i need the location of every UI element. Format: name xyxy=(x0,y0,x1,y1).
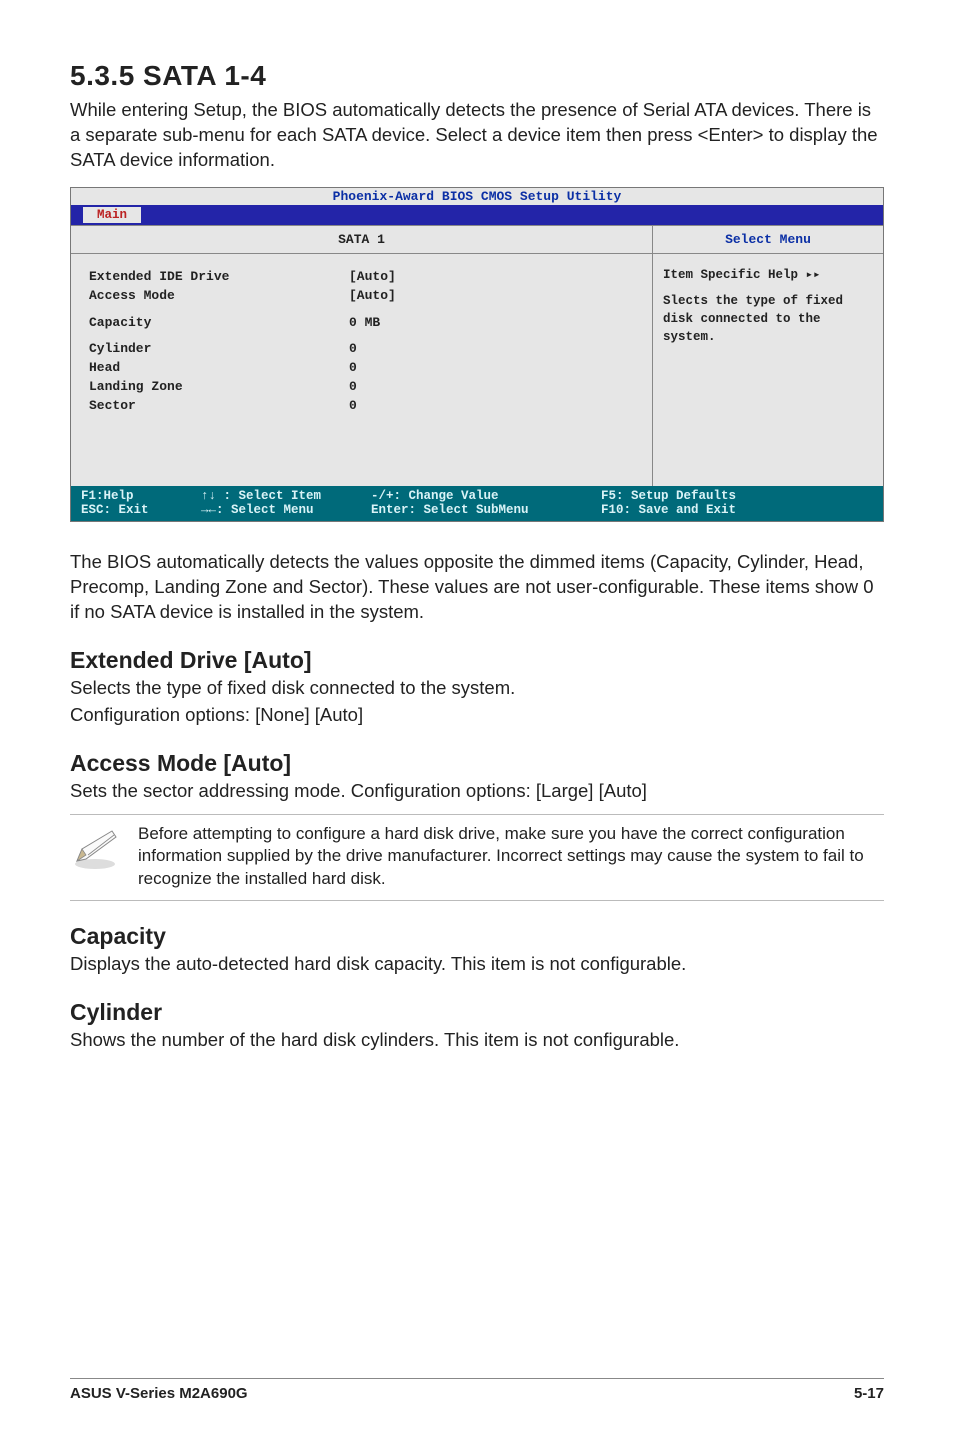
field-value-sector: 0 xyxy=(349,397,634,416)
field-label-capacity: Capacity xyxy=(89,314,349,333)
field-label-extended-ide: Extended IDE Drive xyxy=(89,268,349,287)
pencil-icon xyxy=(70,823,120,871)
page-footer: ASUS V-Series M2A690G 5-17 xyxy=(70,1378,884,1402)
footer-f10: F10: Save and Exit xyxy=(601,503,873,517)
heading-access-mode: Access Mode [Auto] xyxy=(70,750,884,777)
footer-change-value: -/+: Change Value xyxy=(371,489,601,503)
heading-cylinder: Cylinder xyxy=(70,999,884,1026)
footer-select-menu: →←: Select Menu xyxy=(201,503,371,517)
bios-left-header: SATA 1 xyxy=(71,226,652,254)
bios-help-body: Slects the type of fixed disk connected … xyxy=(663,292,873,346)
footer-f1: F1:Help xyxy=(81,489,201,503)
bios-right-panel: Select Menu Item Specific Help ▸▸ Slects… xyxy=(653,226,883,486)
note-block: Before attempting to configure a hard di… xyxy=(70,814,884,901)
bios-left-panel: SATA 1 Extended IDE Drive [Auto] Access … xyxy=(71,226,653,486)
footer-select-item: ↑↓ : Select Item xyxy=(201,489,371,503)
field-value-landing-zone: 0 xyxy=(349,378,634,397)
field-label-access-mode: Access Mode xyxy=(89,287,349,306)
field-label-head: Head xyxy=(89,359,349,378)
capacity-p: Displays the auto-detected hard disk cap… xyxy=(70,952,884,977)
bios-title: Phoenix-Award BIOS CMOS Setup Utility xyxy=(71,188,883,205)
bios-right-header: Select Menu xyxy=(653,226,883,254)
bios-help: Item Specific Help ▸▸ Slects the type of… xyxy=(653,254,883,359)
intro-paragraph: While entering Setup, the BIOS automatic… xyxy=(70,98,884,173)
extended-drive-p1: Selects the type of fixed disk connected… xyxy=(70,676,884,701)
bios-help-title: Item Specific Help ▸▸ xyxy=(663,266,873,284)
note-text: Before attempting to configure a hard di… xyxy=(138,823,884,890)
access-mode-p: Sets the sector addressing mode. Configu… xyxy=(70,779,884,804)
post-bios-paragraph: The BIOS automatically detects the value… xyxy=(70,550,884,625)
bios-tabbar: Main xyxy=(71,205,883,225)
bios-footer: F1:Help ESC: Exit ↑↓ : Select Item →←: S… xyxy=(71,486,883,521)
section-heading: 5.3.5 SATA 1-4 xyxy=(70,60,884,92)
extended-drive-p2: Configuration options: [None] [Auto] xyxy=(70,703,884,728)
field-value-extended-ide: [Auto] xyxy=(349,268,634,287)
footer-product: ASUS V-Series M2A690G xyxy=(70,1385,248,1402)
field-label-landing-zone: Landing Zone xyxy=(89,378,349,397)
field-value-capacity: 0 MB xyxy=(349,314,634,333)
bios-body: SATA 1 Extended IDE Drive [Auto] Access … xyxy=(71,225,883,486)
cylinder-p: Shows the number of the hard disk cylind… xyxy=(70,1028,884,1053)
field-value-cylinder: 0 xyxy=(349,340,634,359)
bios-screenshot: Phoenix-Award BIOS CMOS Setup Utility Ma… xyxy=(70,187,884,522)
heading-capacity: Capacity xyxy=(70,923,884,950)
page: 5.3.5 SATA 1-4 While entering Setup, the… xyxy=(0,0,954,1438)
field-value-access-mode: [Auto] xyxy=(349,287,634,306)
field-label-cylinder: Cylinder xyxy=(89,340,349,359)
field-label-sector: Sector xyxy=(89,397,349,416)
bios-fields: Extended IDE Drive [Auto] Access Mode [A… xyxy=(71,254,652,486)
footer-esc: ESC: Exit xyxy=(81,503,201,517)
bios-tab-main: Main xyxy=(83,207,141,223)
footer-f5: F5: Setup Defaults xyxy=(601,489,873,503)
field-value-head: 0 xyxy=(349,359,634,378)
footer-page-number: 5-17 xyxy=(854,1385,884,1402)
heading-extended-drive: Extended Drive [Auto] xyxy=(70,647,884,674)
footer-enter-submenu: Enter: Select SubMenu xyxy=(371,503,601,517)
